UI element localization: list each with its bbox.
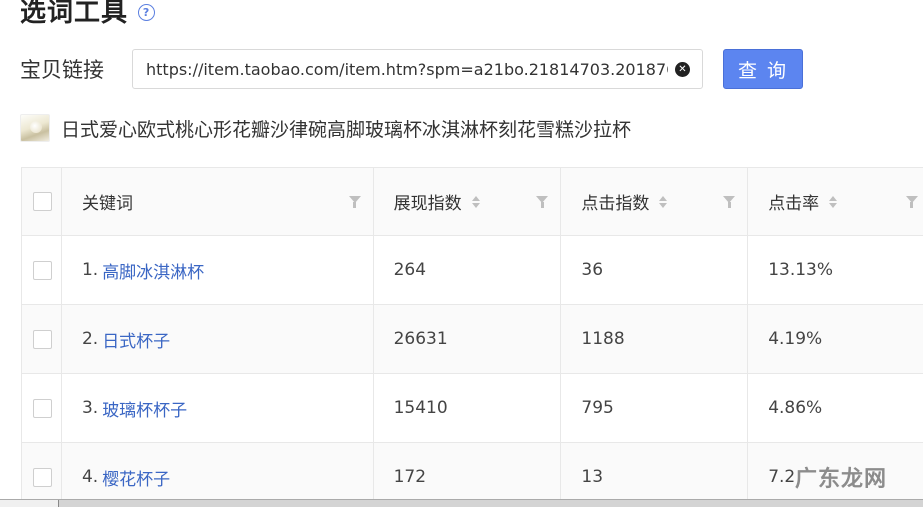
keyword-table: 关键词 展现指数 点击指数 点击率 1. 高脚冰淇淋杯 264 36 13.13… [21,167,923,507]
table-row: 1. 高脚冰淇淋杯 264 36 13.13% [22,236,923,305]
show-index-cell: 26631 [374,305,562,373]
row-checkbox-cell [22,236,62,304]
row-checkbox[interactable] [32,329,52,349]
row-checkbox[interactable] [32,260,52,280]
question-circle-icon[interactable]: ? [138,4,156,21]
keyword-cell: 3. 玻璃杯杯子 [62,374,374,442]
keyword-index: 1. [81,260,99,280]
keyword-link[interactable]: 高脚冰淇淋杯 [102,258,204,283]
header-checkbox-cell [22,168,62,235]
row-checkbox[interactable] [32,467,52,487]
product-thumbnail [20,114,50,142]
click-index-cell: 13 [561,443,749,507]
header-show-index-label: 展现指数 [393,194,462,214]
keyword-index: 3. [81,398,99,418]
ctr-cell: 4.86% [748,374,923,442]
keyword-index: 2. [81,329,99,349]
show-index-cell: 264 [374,236,562,304]
keyword-link[interactable]: 樱花杯子 [102,465,170,490]
show-index-cell: 15410 [374,374,562,442]
query-button[interactable]: 查 询 [723,49,803,89]
header-keyword-label: 关键词 [81,194,133,214]
ctr-cell: 13.13% [748,236,923,304]
filter-icon[interactable] [723,196,736,208]
clear-circle-icon[interactable]: ✕ [675,62,690,77]
header-keyword: 关键词 [62,168,374,235]
horizontal-scrollbar[interactable] [0,499,923,507]
keyword-link[interactable]: 日式杯子 [102,327,170,352]
ctr-cell: 4.19% [748,305,923,373]
keyword-link[interactable]: 玻璃杯杯子 [102,396,187,421]
keyword-cell: 1. 高脚冰淇淋杯 [62,236,374,304]
show-index-cell: 172 [374,443,562,507]
keyword-index: 4. [81,467,99,487]
keyword-cell: 2. 日式杯子 [62,305,374,373]
header-ctr-label: 点击率 [768,194,820,214]
filter-icon[interactable] [536,196,549,208]
header-show-index[interactable]: 展现指数 [374,168,562,235]
product-title: 日式爱心欧式桃心形花瓣沙律碗高脚玻璃杯冰淇淋杯刻花雪糕沙拉杯 [61,118,632,141]
row-checkbox-cell [22,443,62,507]
sort-icon[interactable] [659,195,668,208]
item-link-label: 宝贝链接 [20,58,104,82]
header-ctr[interactable]: 点击率 [748,168,923,235]
product-info: 日式爱心欧式桃心形花瓣沙律碗高脚玻璃杯冰淇淋杯刻花雪糕沙拉杯 [20,113,631,143]
header-click-index-label: 点击指数 [581,194,650,214]
keyword-cell: 4. 樱花杯子 [62,443,374,507]
sort-icon[interactable] [471,195,480,208]
page-title-text: 选词工具 [20,0,129,28]
row-checkbox-cell [22,374,62,442]
item-link-value: https://item.taobao.com/item.htm?spm=a21… [146,59,668,79]
table-row: 2. 日式杯子 26631 1188 4.19% [22,305,923,374]
click-index-cell: 36 [561,236,749,304]
select-all-checkbox[interactable] [32,192,52,211]
sort-icon[interactable] [829,195,838,208]
item-link-input[interactable]: https://item.taobao.com/item.htm?spm=a21… [132,49,703,89]
filter-icon[interactable] [348,196,361,208]
item-link-row: 宝贝链接 https://item.taobao.com/item.htm?sp… [20,49,803,89]
click-index-cell: 795 [561,374,749,442]
header-click-index[interactable]: 点击指数 [561,168,749,235]
row-checkbox[interactable] [32,398,52,418]
table-row: 4. 樱花杯子 172 13 7.2 [22,443,923,507]
table-header-row: 关键词 展现指数 点击指数 点击率 [22,168,923,236]
row-checkbox-cell [22,305,62,373]
filter-icon[interactable] [905,196,918,208]
watermark-logo: 广东龙网 [794,467,887,492]
page-title: 选词工具 ? [20,0,156,29]
table-row: 3. 玻璃杯杯子 15410 795 4.86% [22,374,923,443]
click-index-cell: 1188 [561,305,749,373]
